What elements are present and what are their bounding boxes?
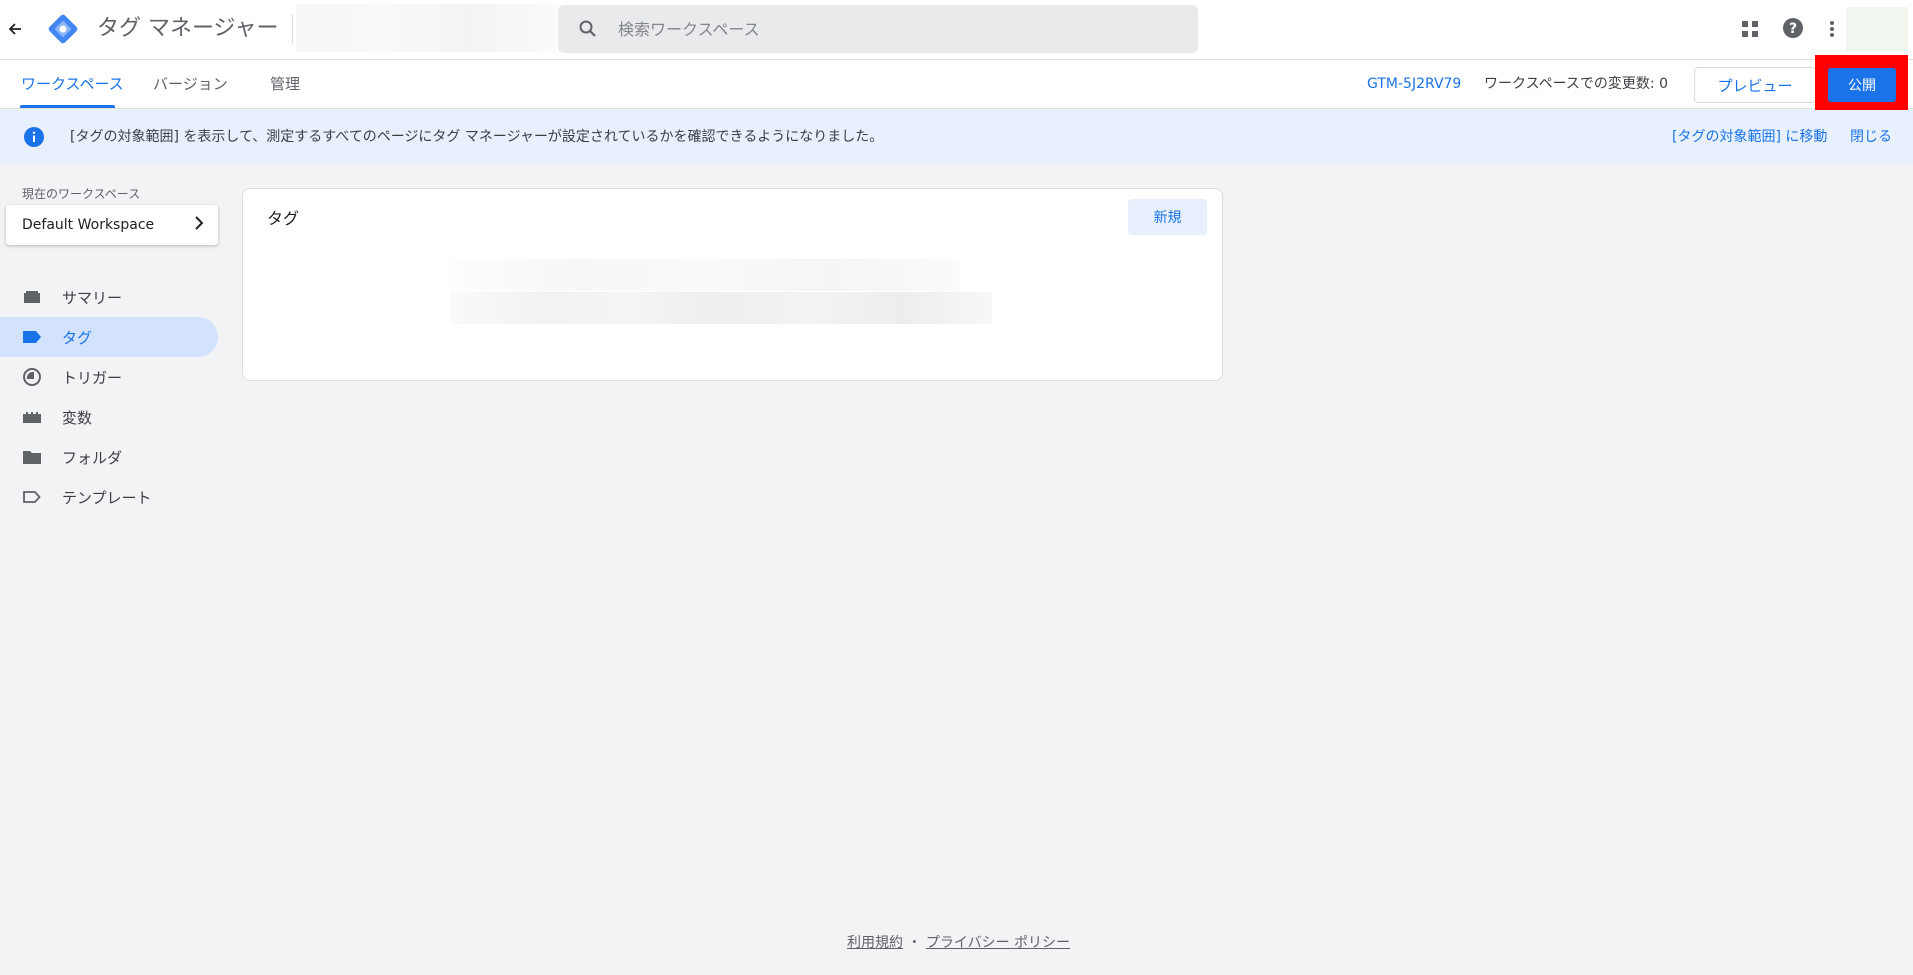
chevron-right-icon — [194, 216, 204, 234]
sidebar-item-label: フォルダ — [62, 448, 123, 467]
privacy-policy-link[interactable]: プライバシー ポリシー — [926, 935, 1070, 951]
sidebar-item-folders[interactable]: フォルダ — [0, 437, 218, 477]
sidebar-item-tags[interactable]: タグ — [0, 317, 218, 357]
variable-icon — [22, 407, 42, 427]
more-vert-icon[interactable] — [1826, 17, 1838, 41]
workspace-name: Default Workspace — [22, 217, 155, 233]
tab-versions[interactable]: バージョン — [153, 60, 228, 109]
sidebar-item-label: トリガー — [62, 368, 123, 387]
tab-workspace[interactable]: ワークスペース — [21, 60, 124, 109]
tag-coverage-link[interactable]: [タグの対象範囲] に移動 — [1672, 110, 1827, 164]
sidebar-item-label: テンプレート — [62, 488, 152, 507]
avatar[interactable] — [1846, 7, 1908, 51]
tag-manager-logo-icon — [46, 12, 80, 46]
publish-button[interactable]: 公開 — [1828, 68, 1896, 102]
search-input[interactable] — [618, 19, 1178, 39]
top-bar: タグ マネージャー ? — [0, 0, 1913, 60]
card-title: タグ — [267, 209, 300, 228]
sidebar-item-variables[interactable]: 変数 — [0, 397, 218, 437]
account-selector[interactable] — [296, 4, 556, 52]
sidebar-item-label: タグ — [62, 328, 93, 347]
preview-button[interactable]: プレビュー — [1694, 67, 1816, 103]
close-banner-link[interactable]: 閉じる — [1850, 110, 1892, 164]
container-id-link[interactable]: GTM-5J2RV79 — [1367, 60, 1461, 109]
terms-link[interactable]: 利用規約 — [847, 935, 903, 951]
redacted-content — [450, 259, 960, 291]
app-title: タグ マネージャー — [97, 16, 279, 41]
sidebar-item-label: 変数 — [62, 408, 93, 427]
back-arrow-icon[interactable] — [3, 14, 27, 44]
workspace-nav-bar: ワークスペース バージョン 管理 GTM-5J2RV79 ワークスペースでの変更… — [0, 60, 1913, 109]
new-tag-button[interactable]: 新規 — [1128, 199, 1207, 235]
title-divider — [292, 14, 293, 44]
summary-icon — [22, 287, 42, 307]
sidebar-item-templates[interactable]: テンプレート — [0, 477, 218, 517]
workspace-changes-count: ワークスペースでの変更数: 0 — [1484, 76, 1668, 92]
tab-admin[interactable]: 管理 — [270, 60, 300, 109]
banner-message: [タグの対象範囲] を表示して、測定するすべてのページにタグ マネージャーが設定… — [70, 129, 884, 145]
sidebar-item-summary[interactable]: サマリー — [0, 277, 218, 317]
apps-grid-icon[interactable] — [1739, 18, 1761, 40]
sidebar-item-triggers[interactable]: トリガー — [0, 357, 218, 397]
tag-icon — [22, 327, 42, 347]
active-tab-indicator — [20, 105, 115, 108]
search-icon — [558, 19, 618, 39]
info-icon — [24, 127, 44, 147]
footer-separator: ・ — [907, 935, 922, 951]
sidebar-item-label: サマリー — [62, 288, 123, 307]
info-banner: [タグの対象範囲] を表示して、測定するすべてのページにタグ マネージャーが設定… — [0, 110, 1913, 164]
workspace-selector[interactable]: Default Workspace — [6, 205, 218, 245]
search-bar[interactable] — [558, 5, 1198, 53]
footer: 利用規約 ・ プライバシー ポリシー — [0, 932, 1913, 952]
current-workspace-label: 現在のワークスペース — [22, 187, 141, 201]
template-icon — [22, 487, 42, 507]
svg-text:?: ? — [1789, 21, 1797, 37]
trigger-icon — [22, 367, 42, 387]
help-icon[interactable]: ? — [1782, 17, 1804, 39]
folder-icon — [22, 447, 42, 467]
redacted-content — [450, 292, 992, 324]
